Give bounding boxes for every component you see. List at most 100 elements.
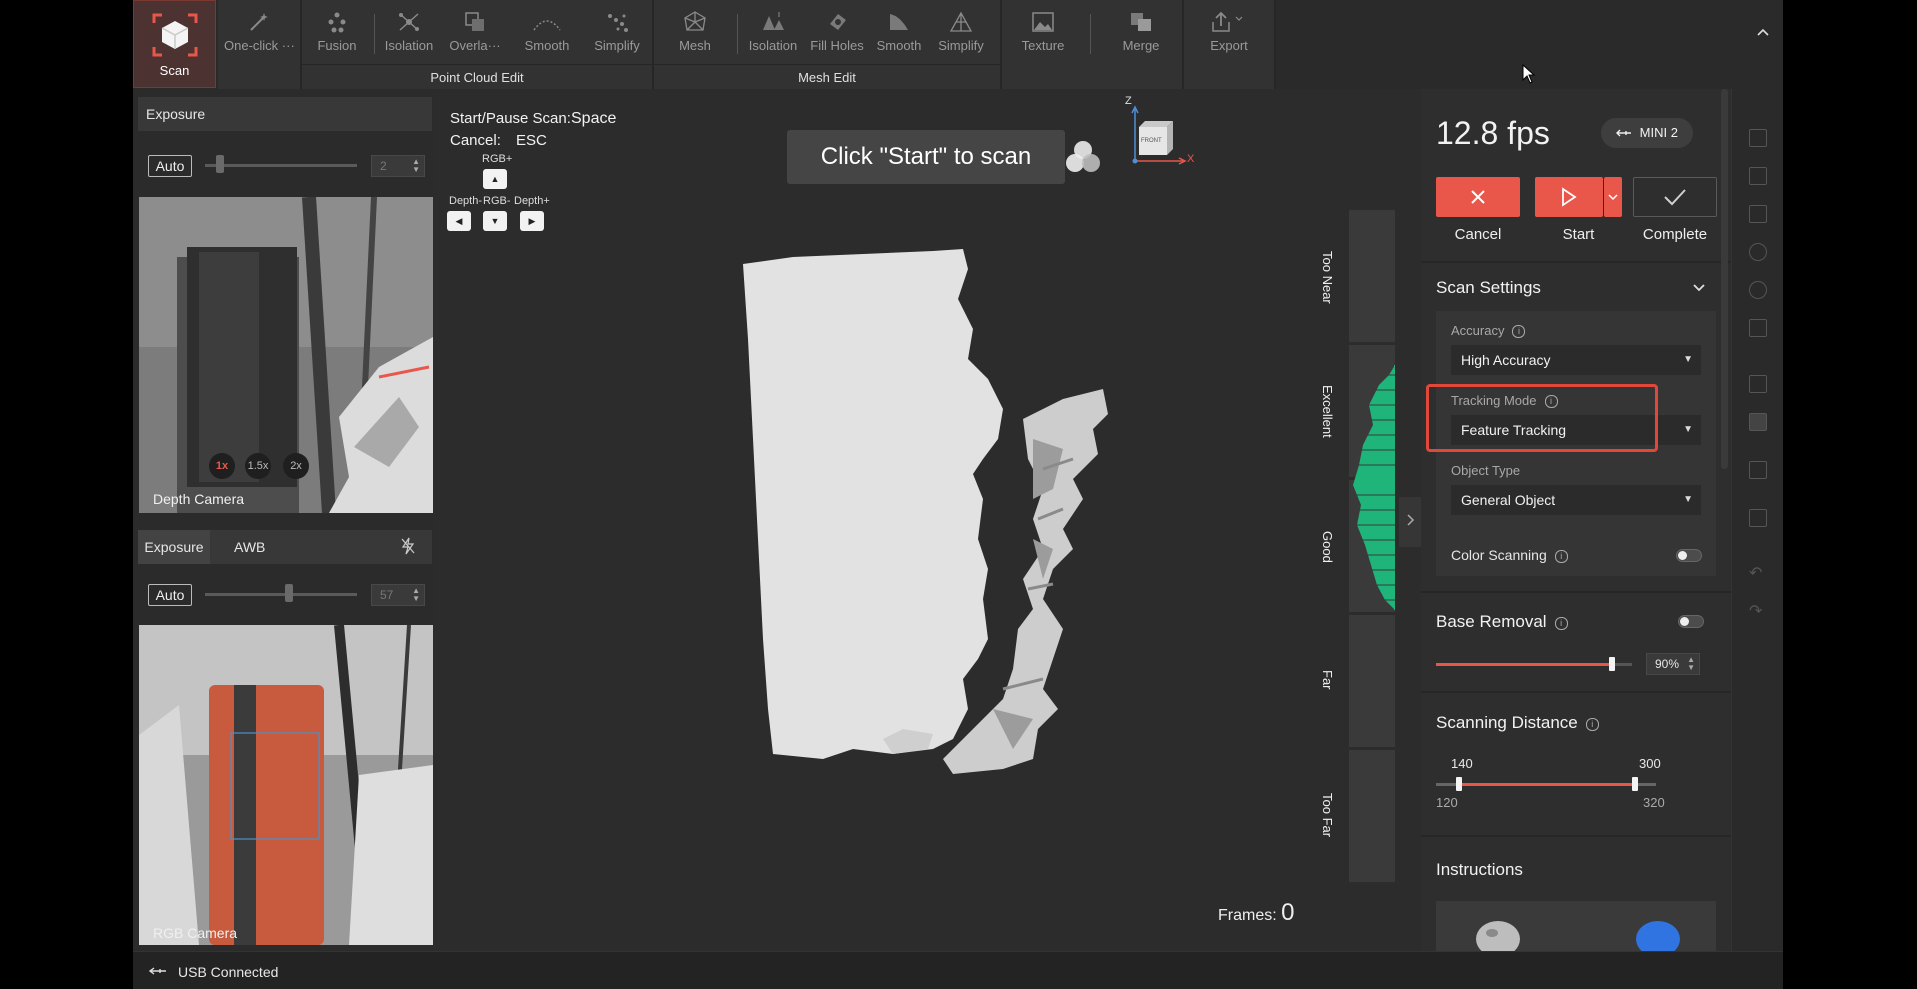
accuracy-select[interactable]: High Accuracy ▼ — [1451, 345, 1701, 375]
render-mode-circles-icon[interactable] — [1063, 139, 1103, 180]
distance-high-thumb[interactable] — [1632, 777, 1638, 791]
merge-button[interactable]: Merge — [1106, 6, 1176, 62]
section-divider — [1421, 261, 1731, 263]
color-scanning-toggle[interactable] — [1676, 549, 1702, 562]
start-scan-button[interactable] — [1535, 177, 1603, 217]
plane-cut-icon[interactable] — [1749, 319, 1767, 337]
object-type-select[interactable]: General Object ▼ — [1451, 485, 1701, 515]
mesh-simplify-button[interactable]: Simplify — [926, 6, 996, 62]
stepper-arrows-icon[interactable]: ▲ ▼ — [1687, 656, 1695, 672]
rgb-exposure-slider-thumb[interactable] — [284, 584, 293, 602]
scanning-distance-title: Scanning Distance i — [1436, 713, 1599, 733]
arrow-right-key-icon[interactable]: ▶ — [520, 211, 544, 231]
mesh-isolation-button[interactable]: Isolation — [738, 6, 808, 62]
pc-isolation-button[interactable]: Isolation — [374, 6, 444, 62]
mesh-build-button[interactable]: Mesh — [660, 6, 730, 62]
scan-settings-chevron-down-icon[interactable] — [1691, 279, 1707, 300]
start-label: Start — [1562, 226, 1595, 243]
zoom-1-5x-button[interactable]: 1.5x — [245, 453, 271, 479]
fill-holes-icon — [830, 14, 846, 30]
scanning-distance-info-icon[interactable]: i — [1585, 718, 1599, 731]
one-click-button[interactable]: One-click ··· — [224, 6, 294, 62]
collapse-right-panel-chevron-right-icon[interactable] — [1399, 497, 1421, 547]
cancel-scan-button[interactable] — [1436, 177, 1520, 217]
side-tool-strip: ↶ ↷ — [1731, 89, 1783, 951]
select-all-icon[interactable] — [1749, 375, 1767, 393]
dropdown-caret-icon: ▼ — [1683, 424, 1693, 435]
distance-max-value: 320 — [1643, 795, 1665, 810]
fusion-icon — [328, 12, 346, 33]
object-type-label: Object Type — [1451, 463, 1521, 478]
rgb-exposure-tab[interactable]: Exposure — [138, 530, 210, 564]
copy-icon[interactable] — [1749, 461, 1767, 479]
invert-selection-icon[interactable] — [1749, 413, 1767, 431]
zoom-2x-button[interactable]: 2x — [283, 453, 309, 479]
redo-icon[interactable]: ↷ — [1749, 601, 1767, 620]
rectangle-select-icon[interactable] — [1749, 167, 1767, 185]
globe-icon[interactable] — [1749, 281, 1767, 299]
pc-smooth-button[interactable]: Smooth — [512, 6, 582, 62]
depth-exposure-slider[interactable] — [205, 164, 357, 167]
distance-low-thumb[interactable] — [1456, 777, 1462, 791]
arrow-up-key-icon[interactable]: ▲ — [483, 169, 507, 189]
complete-scan-button[interactable] — [1633, 177, 1717, 217]
pc-overlap-button[interactable]: Overla··· — [440, 6, 510, 62]
rgb-exposure-slider[interactable] — [205, 593, 357, 596]
magic-wand-icon — [250, 13, 268, 31]
base-removal-input[interactable]: 90% ▲ ▼ — [1646, 653, 1700, 675]
stepper-arrows-icon[interactable]: ▲ ▼ — [412, 587, 420, 603]
merge-label: Merge — [1122, 38, 1160, 53]
one-click-label: One-click ··· — [224, 38, 294, 53]
base-removal-slider-thumb[interactable] — [1609, 657, 1616, 671]
mesh-fill-holes-button[interactable]: Fill Holes — [802, 6, 872, 62]
texture-button[interactable]: Texture — [1008, 6, 1078, 62]
rgb-settings-header: Exposure AWB — [138, 530, 432, 564]
brush-select-icon[interactable] — [1749, 243, 1767, 261]
rgb-auto-exposure-button[interactable]: Auto — [148, 584, 192, 606]
fps-readout: 12.8 fps — [1436, 115, 1550, 151]
rgb-exposure-input[interactable]: 57 ▲ ▼ — [371, 584, 425, 606]
distance-high-value: 300 — [1639, 756, 1661, 771]
rgb-awb-tab[interactable]: AWB — [234, 539, 265, 555]
flash-off-icon[interactable] — [400, 537, 416, 558]
pc-simplify-button[interactable]: Simplify — [582, 6, 652, 62]
arrow-down-key-icon[interactable]: ▼ — [483, 211, 507, 231]
scan-mode-button[interactable]: Scan — [133, 0, 216, 88]
frames-counter: Frames: 0 — [1218, 899, 1294, 927]
mesh-fill-holes-label: Fill Holes — [810, 38, 864, 53]
depth-auto-exposure-button[interactable]: Auto — [148, 155, 192, 177]
arrow-left-key-icon[interactable]: ◀ — [447, 211, 471, 231]
right-panel-scrollbar[interactable] — [1721, 89, 1728, 469]
select-arrow-icon[interactable] — [1749, 129, 1767, 147]
depth-exposure-tab[interactable]: Exposure — [146, 106, 205, 122]
distance-too-far-segment — [1349, 750, 1395, 882]
zoom-1x-button[interactable]: 1x — [209, 453, 235, 479]
accuracy-info-icon[interactable]: i — [1512, 325, 1526, 338]
base-removal-info-icon[interactable]: i — [1554, 617, 1568, 630]
start-options-dropdown[interactable] — [1604, 177, 1622, 217]
mesh-build-label: Mesh — [679, 38, 711, 53]
collapse-toolbar-chevron-up-icon[interactable] — [1755, 24, 1775, 44]
mesh-smooth-button[interactable]: Smooth — [864, 6, 934, 62]
delete-trash-icon[interactable] — [1749, 509, 1767, 527]
stepper-arrows-icon[interactable]: ▲ ▼ — [412, 158, 420, 174]
pc-simplify-label: Simplify — [594, 38, 640, 53]
depth-exposure-slider-thumb[interactable] — [216, 155, 225, 173]
axis-gizmo[interactable]: Z X FRONT — [1123, 95, 1194, 171]
undo-icon[interactable]: ↶ — [1749, 563, 1767, 582]
3d-viewport[interactable]: Start/Pause Scan: Space Cancel: ESC RGB+… — [433, 89, 1513, 951]
frames-value: 0 — [1281, 899, 1295, 926]
distance-min-value: 120 — [1436, 795, 1458, 810]
pc-fusion-button[interactable]: Fusion — [302, 6, 372, 62]
depth-exposure-input[interactable]: 2 ▲ ▼ — [371, 155, 425, 177]
lasso-select-icon[interactable] — [1749, 205, 1767, 223]
cancel-hotkey-key: ESC — [516, 132, 547, 149]
export-button[interactable]: Export — [1194, 6, 1264, 62]
texture-label: Texture — [1021, 38, 1065, 53]
base-removal-toggle[interactable] — [1678, 615, 1704, 628]
mesh-isolation-icon — [763, 12, 784, 30]
color-scanning-info-icon[interactable]: i — [1554, 550, 1568, 563]
device-badge[interactable]: MINI 2 — [1601, 118, 1693, 148]
scan-settings-title[interactable]: Scan Settings — [1436, 278, 1541, 298]
distance-histogram — [1349, 365, 1395, 610]
